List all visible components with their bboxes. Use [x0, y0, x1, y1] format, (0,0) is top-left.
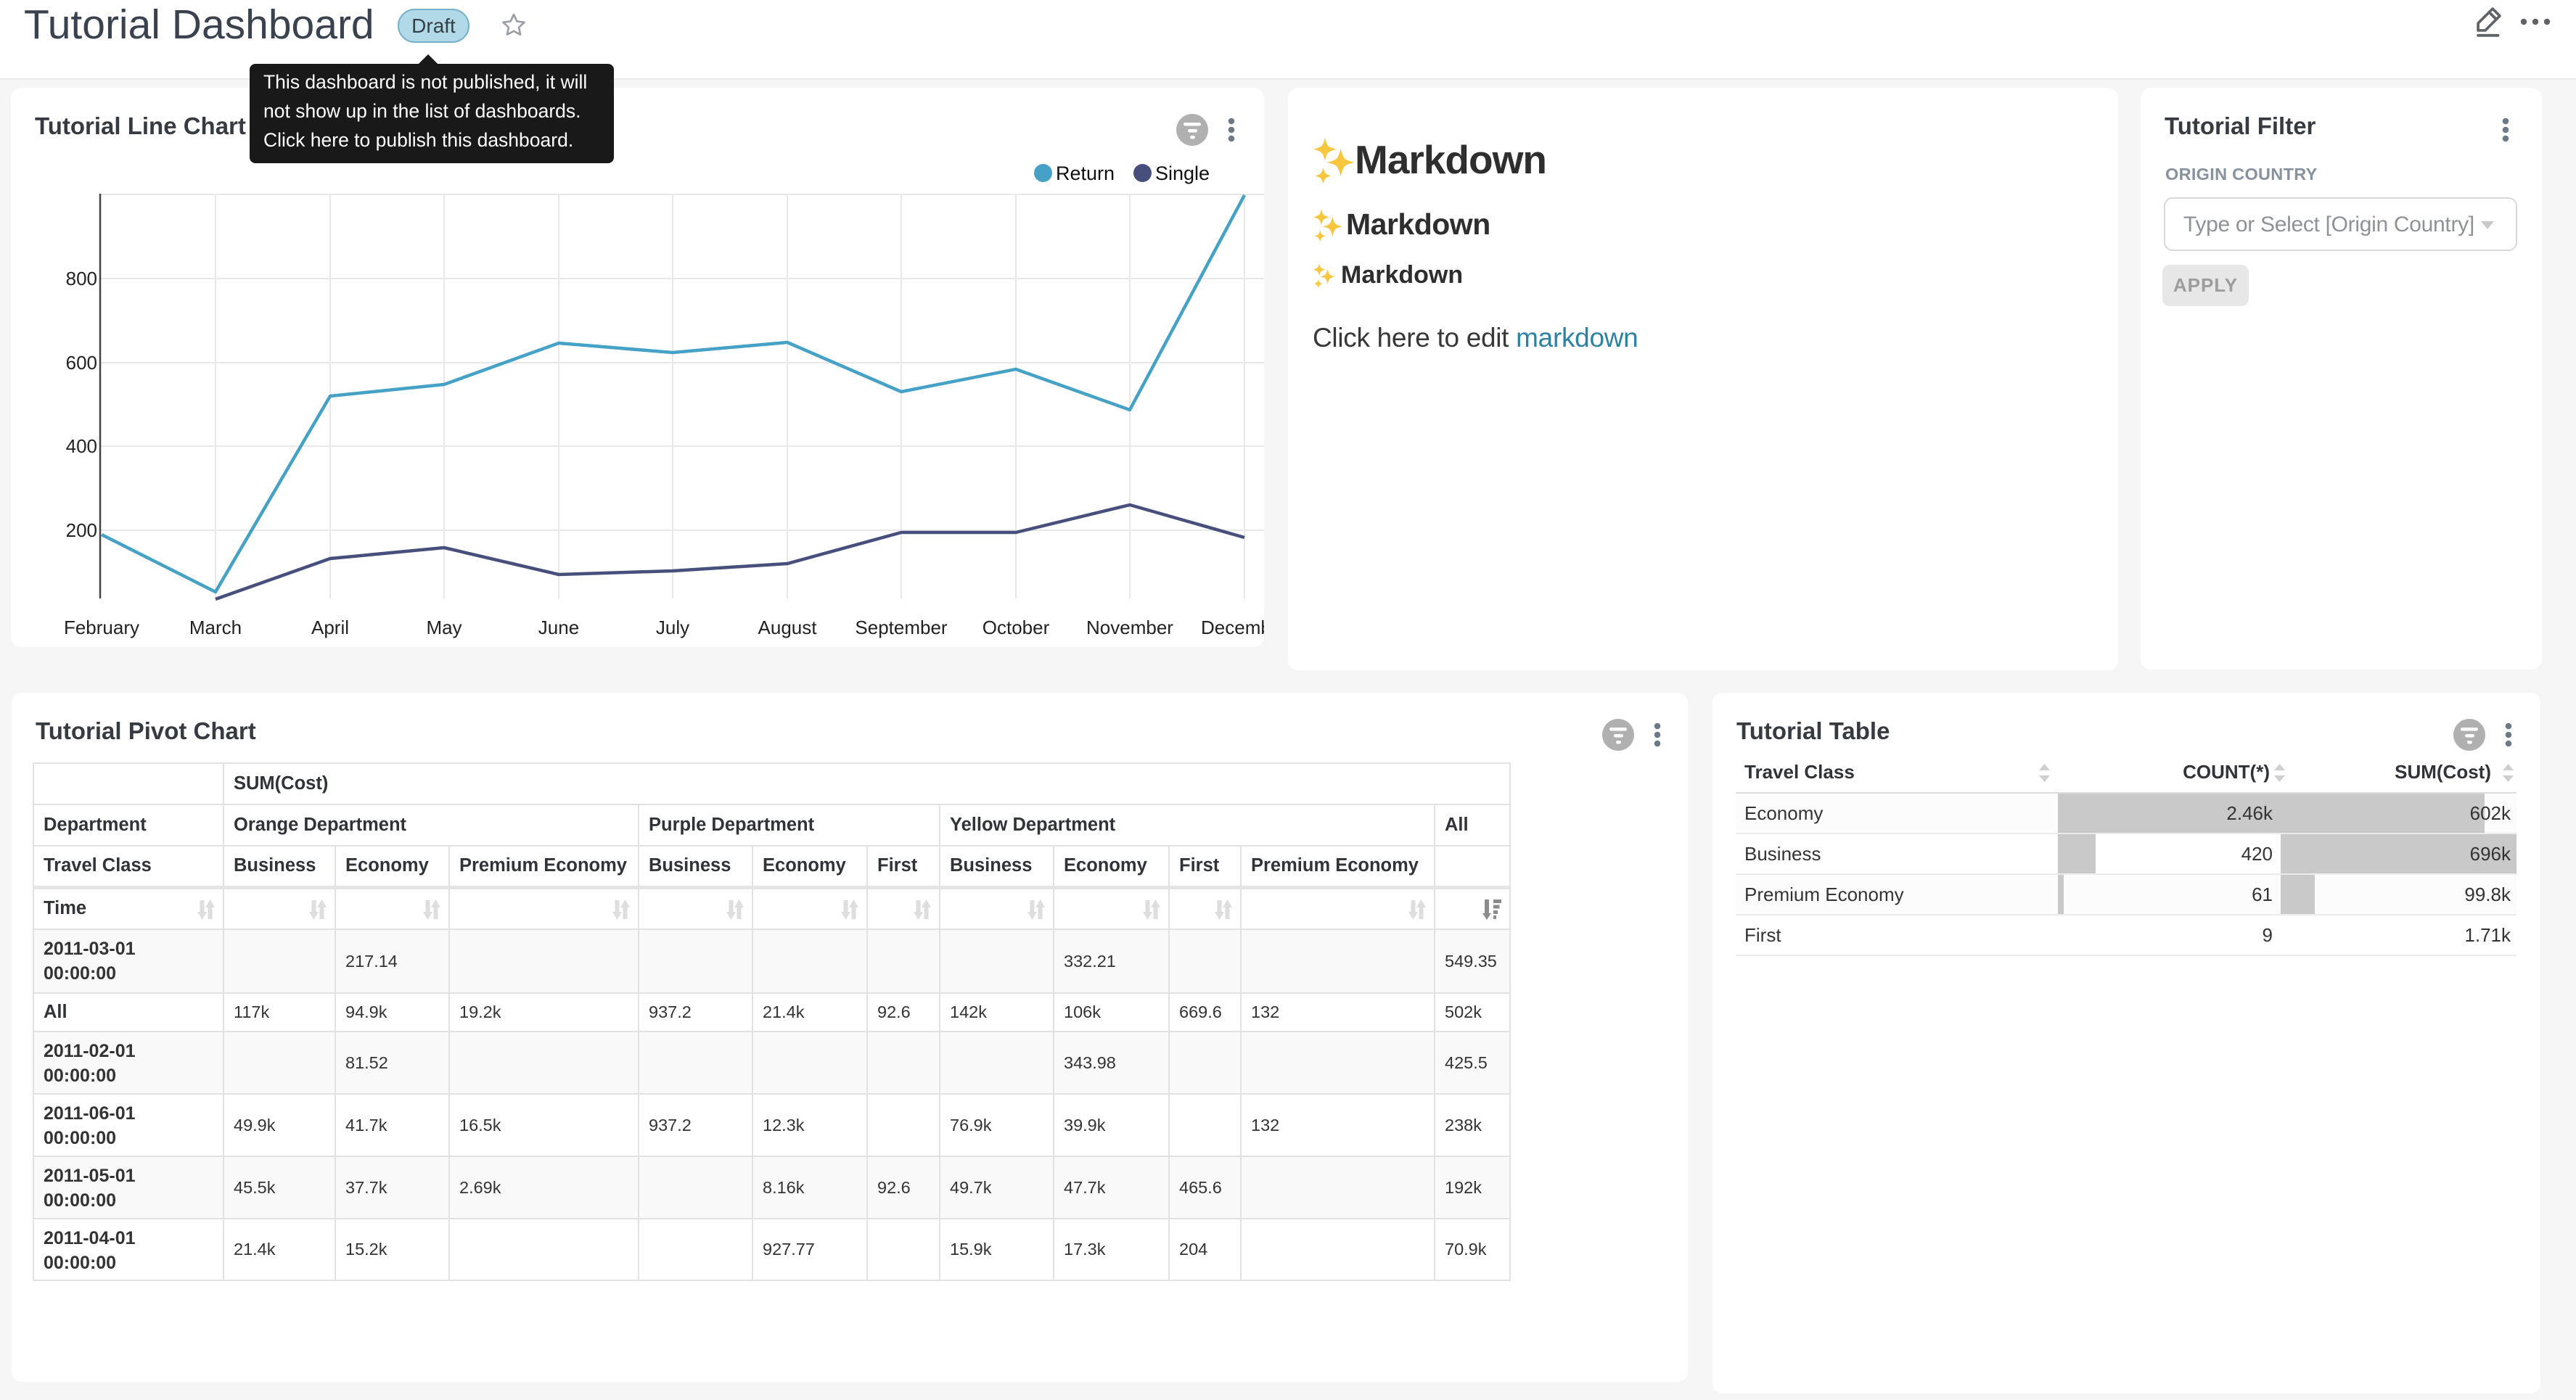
svg-text:September: September: [855, 617, 948, 638]
svg-text:December: December: [1201, 617, 1264, 638]
svg-text:November: November: [1086, 617, 1173, 638]
svg-text:July: July: [656, 617, 689, 638]
svg-text:August: August: [758, 617, 818, 638]
svg-text:May: May: [426, 617, 462, 638]
svg-text:200: 200: [66, 519, 97, 541]
svg-text:June: June: [538, 617, 579, 638]
svg-text:February: February: [64, 617, 139, 638]
svg-text:April: April: [311, 617, 349, 638]
svg-text:March: March: [189, 617, 242, 638]
svg-text:800: 800: [66, 268, 97, 289]
svg-text:400: 400: [66, 435, 97, 457]
svg-text:600: 600: [66, 352, 97, 374]
svg-text:October: October: [983, 617, 1050, 638]
